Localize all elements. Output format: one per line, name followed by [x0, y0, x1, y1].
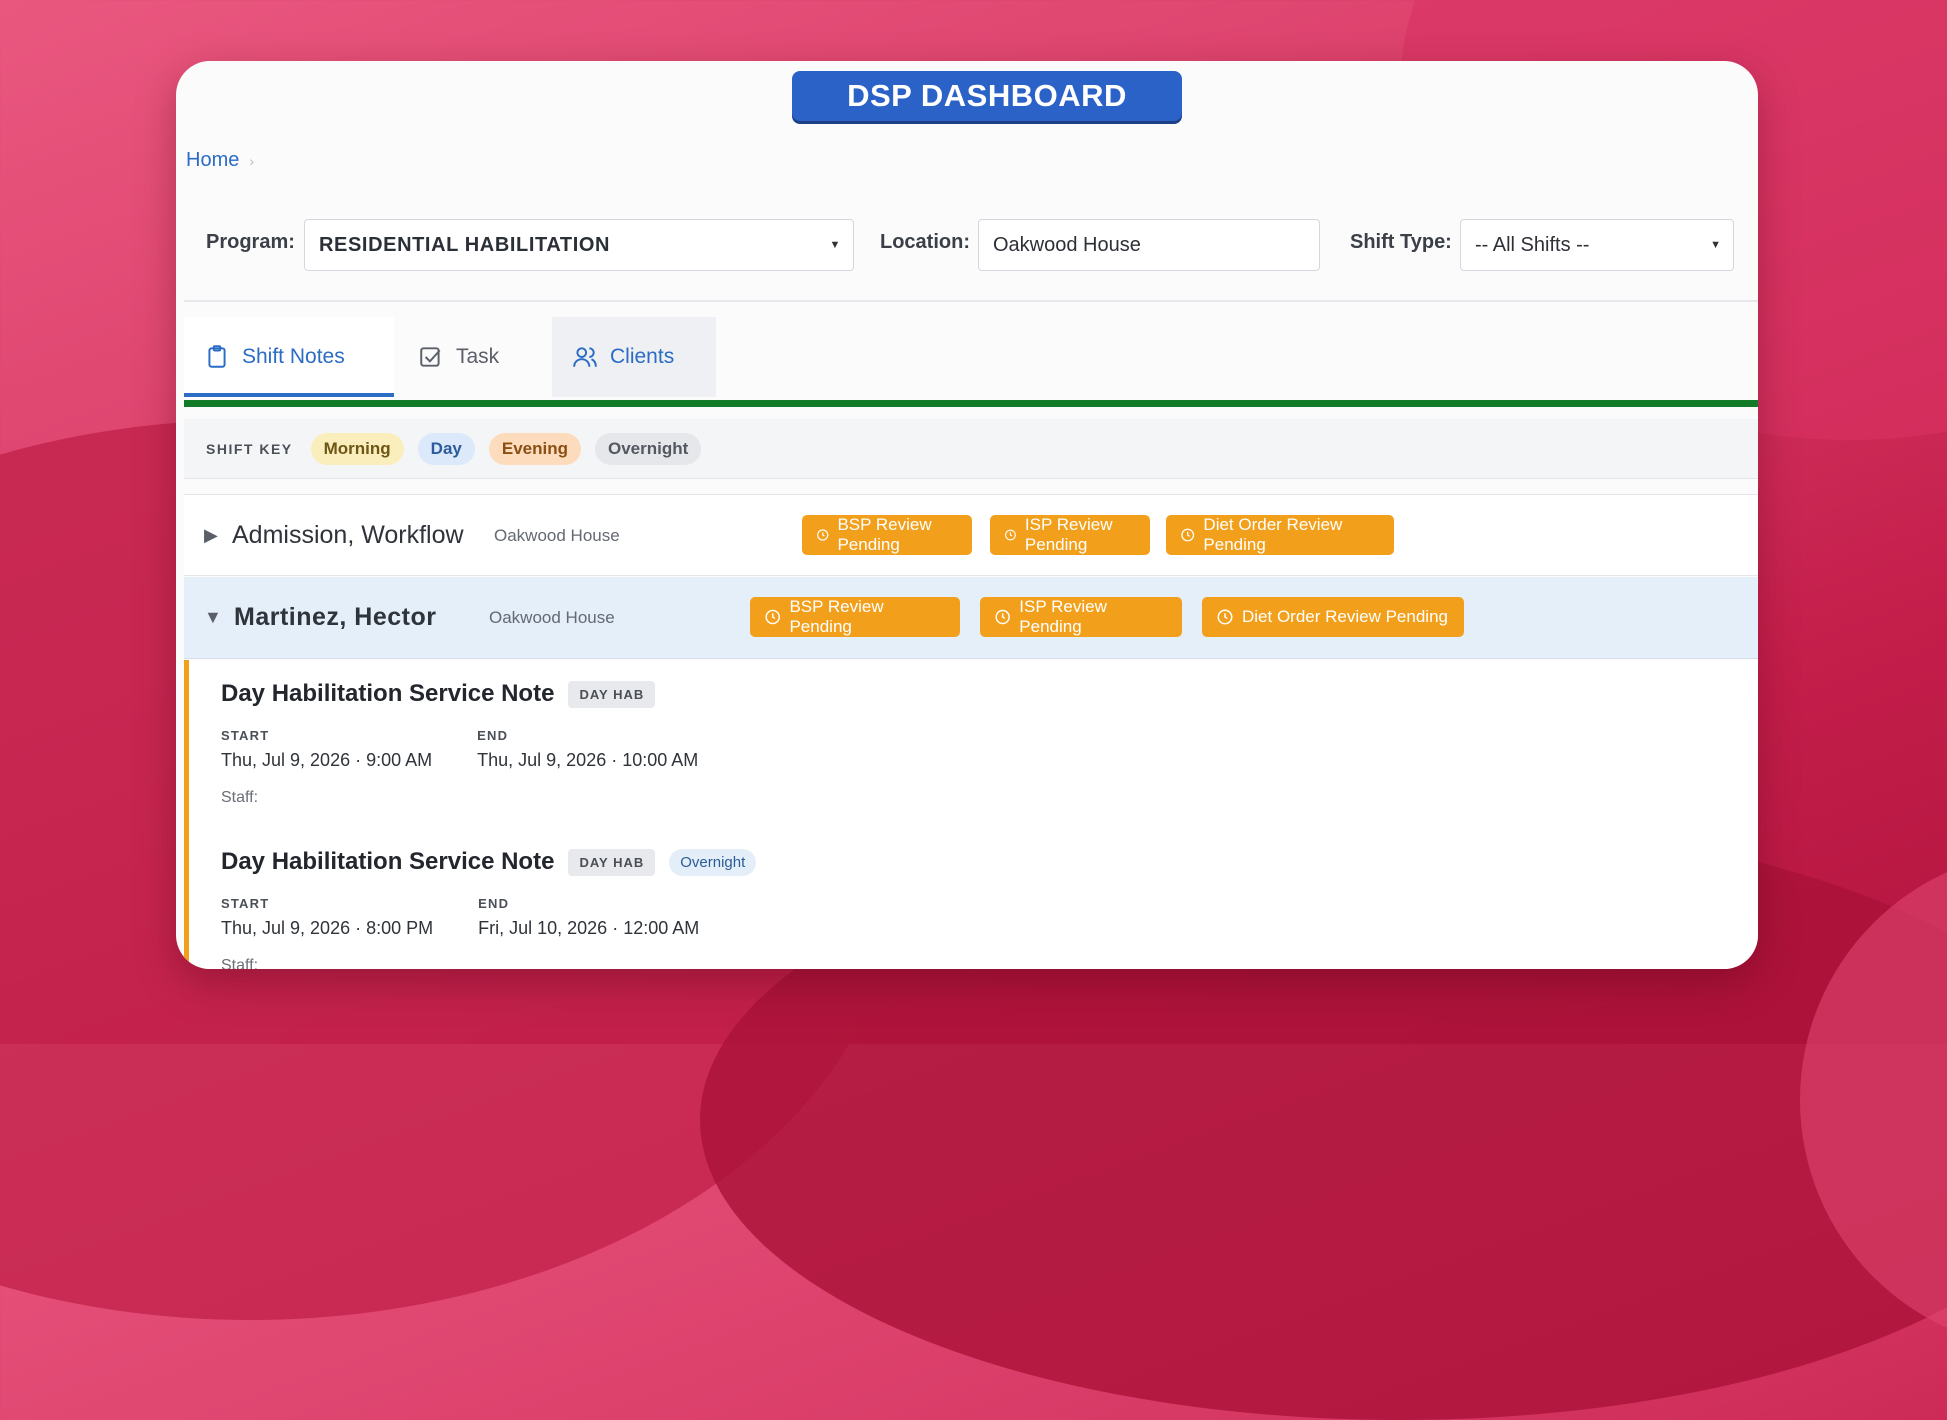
badge-label: BSP Review Pending — [837, 515, 932, 554]
badge-label: ISP Review Pending — [1019, 597, 1107, 636]
tab-label: Task — [456, 345, 500, 368]
clock-icon — [1005, 529, 1016, 541]
service-tag: DAY HAB — [568, 848, 656, 876]
program-select-value: RESIDENTIAL HABILITATION — [319, 233, 611, 256]
badge-label: BSP Review Pending — [789, 597, 884, 636]
isp-review-badge[interactable]: ISP Review Pending — [980, 597, 1182, 637]
shift-key-legend: SHIFT KEY Morning Day Evening Overnight — [184, 419, 1758, 479]
bsp-review-badge[interactable]: BSP Review Pending — [750, 597, 960, 637]
clock-icon — [765, 609, 781, 625]
users-icon — [573, 347, 597, 367]
breadcrumb: Home › — [186, 149, 254, 172]
clipboard-icon — [208, 345, 226, 368]
client-location: Oakwood House — [494, 526, 620, 545]
clock-icon — [1181, 528, 1195, 542]
bsp-review-badge[interactable]: BSP Review Pending — [802, 515, 972, 555]
section-divider — [184, 300, 1758, 302]
shift-key-day: Day — [417, 432, 475, 465]
dashboard-window: DSP DASHBOARD Home › Program: RESIDENTIA… — [176, 61, 1758, 969]
expand-arrow-icon[interactable]: ▶ — [204, 525, 218, 546]
end-label: END — [477, 728, 509, 743]
clock-icon — [1217, 609, 1233, 625]
shift-type-select[interactable]: -- All Shifts -- ▼ — [1460, 219, 1734, 271]
breadcrumb-home-link[interactable]: Home — [186, 149, 239, 172]
shift-notes-list: Day Habilitation Service Note DAY HAB ST… — [184, 660, 1758, 969]
tab-clients[interactable]: Clients — [552, 317, 716, 397]
checkbox-icon — [420, 347, 441, 367]
badge-label: ISP Review Pending — [1024, 515, 1113, 554]
client-row[interactable]: ▶ Admission, Workflow Oakwood House BSP … — [184, 494, 1758, 576]
shift-key-label: SHIFT KEY — [206, 440, 293, 457]
diet-order-review-badge[interactable]: Diet Order Review Pending — [1166, 515, 1394, 555]
note-title: Day Habilitation Service Note — [221, 848, 555, 875]
client-name: Admission, Workflow — [232, 520, 464, 549]
shift-type-select-value: -- All Shifts -- — [1475, 233, 1590, 256]
end-value: Fri, Jul 10, 2026 · 12:00 AM — [478, 918, 700, 938]
tab-underline-bar — [184, 400, 1758, 407]
chevron-down-icon: ▼ — [1710, 239, 1721, 251]
shift-note-card[interactable]: Day Habilitation Service Note DAY HAB ST… — [221, 680, 698, 807]
start-label: START — [221, 728, 270, 743]
tab-label: Clients — [610, 345, 675, 368]
notes-accent-bar — [184, 660, 189, 969]
program-label: Program: — [206, 231, 295, 253]
client-location: Oakwood House — [489, 608, 615, 627]
start-label: START — [221, 896, 270, 911]
tab-label: Shift Notes — [242, 345, 345, 368]
shift-tag: Overnight — [669, 848, 757, 876]
shift-type-label: Shift Type: — [1350, 231, 1452, 253]
shift-key-evening: Evening — [488, 432, 581, 465]
clock-icon — [817, 529, 829, 541]
note-title: Day Habilitation Service Note — [221, 680, 555, 707]
end-value: Thu, Jul 9, 2026 · 10:00 AM — [477, 750, 699, 770]
shift-key-morning: Morning — [310, 432, 404, 465]
location-input-value: Oakwood House — [993, 233, 1141, 256]
chevron-down-icon: ▼ — [829, 239, 841, 251]
badge-label: Diet Order Review Pending — [1242, 607, 1448, 626]
dashboard-banner: DSP DASHBOARD — [792, 71, 1182, 121]
location-input[interactable]: Oakwood House — [978, 219, 1320, 271]
location-label: Location: — [880, 231, 970, 253]
isp-review-badge[interactable]: ISP Review Pending — [990, 515, 1150, 555]
shift-note-card[interactable]: Day Habilitation Service Note DAY HAB Ov… — [221, 848, 757, 969]
staff-label: Staff: — [221, 789, 259, 806]
badge-label: Diet Order Review Pending — [1203, 515, 1343, 554]
client-row[interactable]: ▼ Martinez, Hector Oakwood House BSP Rev… — [184, 577, 1758, 659]
collapse-arrow-icon[interactable]: ▼ — [204, 607, 222, 628]
banner-title: DSP DASHBOARD — [847, 78, 1127, 113]
diet-order-review-badge[interactable]: Diet Order Review Pending — [1202, 597, 1464, 637]
program-select[interactable]: RESIDENTIAL HABILITATION ▼ — [304, 219, 854, 271]
staff-label: Staff: — [221, 957, 259, 969]
shift-key-overnight: Overnight — [594, 432, 702, 465]
tab-shift-notes[interactable]: Shift Notes — [184, 317, 394, 397]
client-name: Martinez, Hector — [234, 603, 437, 631]
filter-bar: Program: RESIDENTIAL HABILITATION ▼ Loca… — [206, 219, 1746, 279]
end-label: END — [478, 896, 510, 911]
clock-icon — [995, 609, 1010, 625]
start-value: Thu, Jul 9, 2026 · 8:00 PM — [221, 918, 434, 938]
start-value: Thu, Jul 9, 2026 · 9:00 AM — [221, 750, 433, 770]
chevron-right-icon: › — [249, 152, 255, 169]
tab-task[interactable]: Task — [398, 317, 548, 397]
service-tag: DAY HAB — [568, 680, 656, 708]
